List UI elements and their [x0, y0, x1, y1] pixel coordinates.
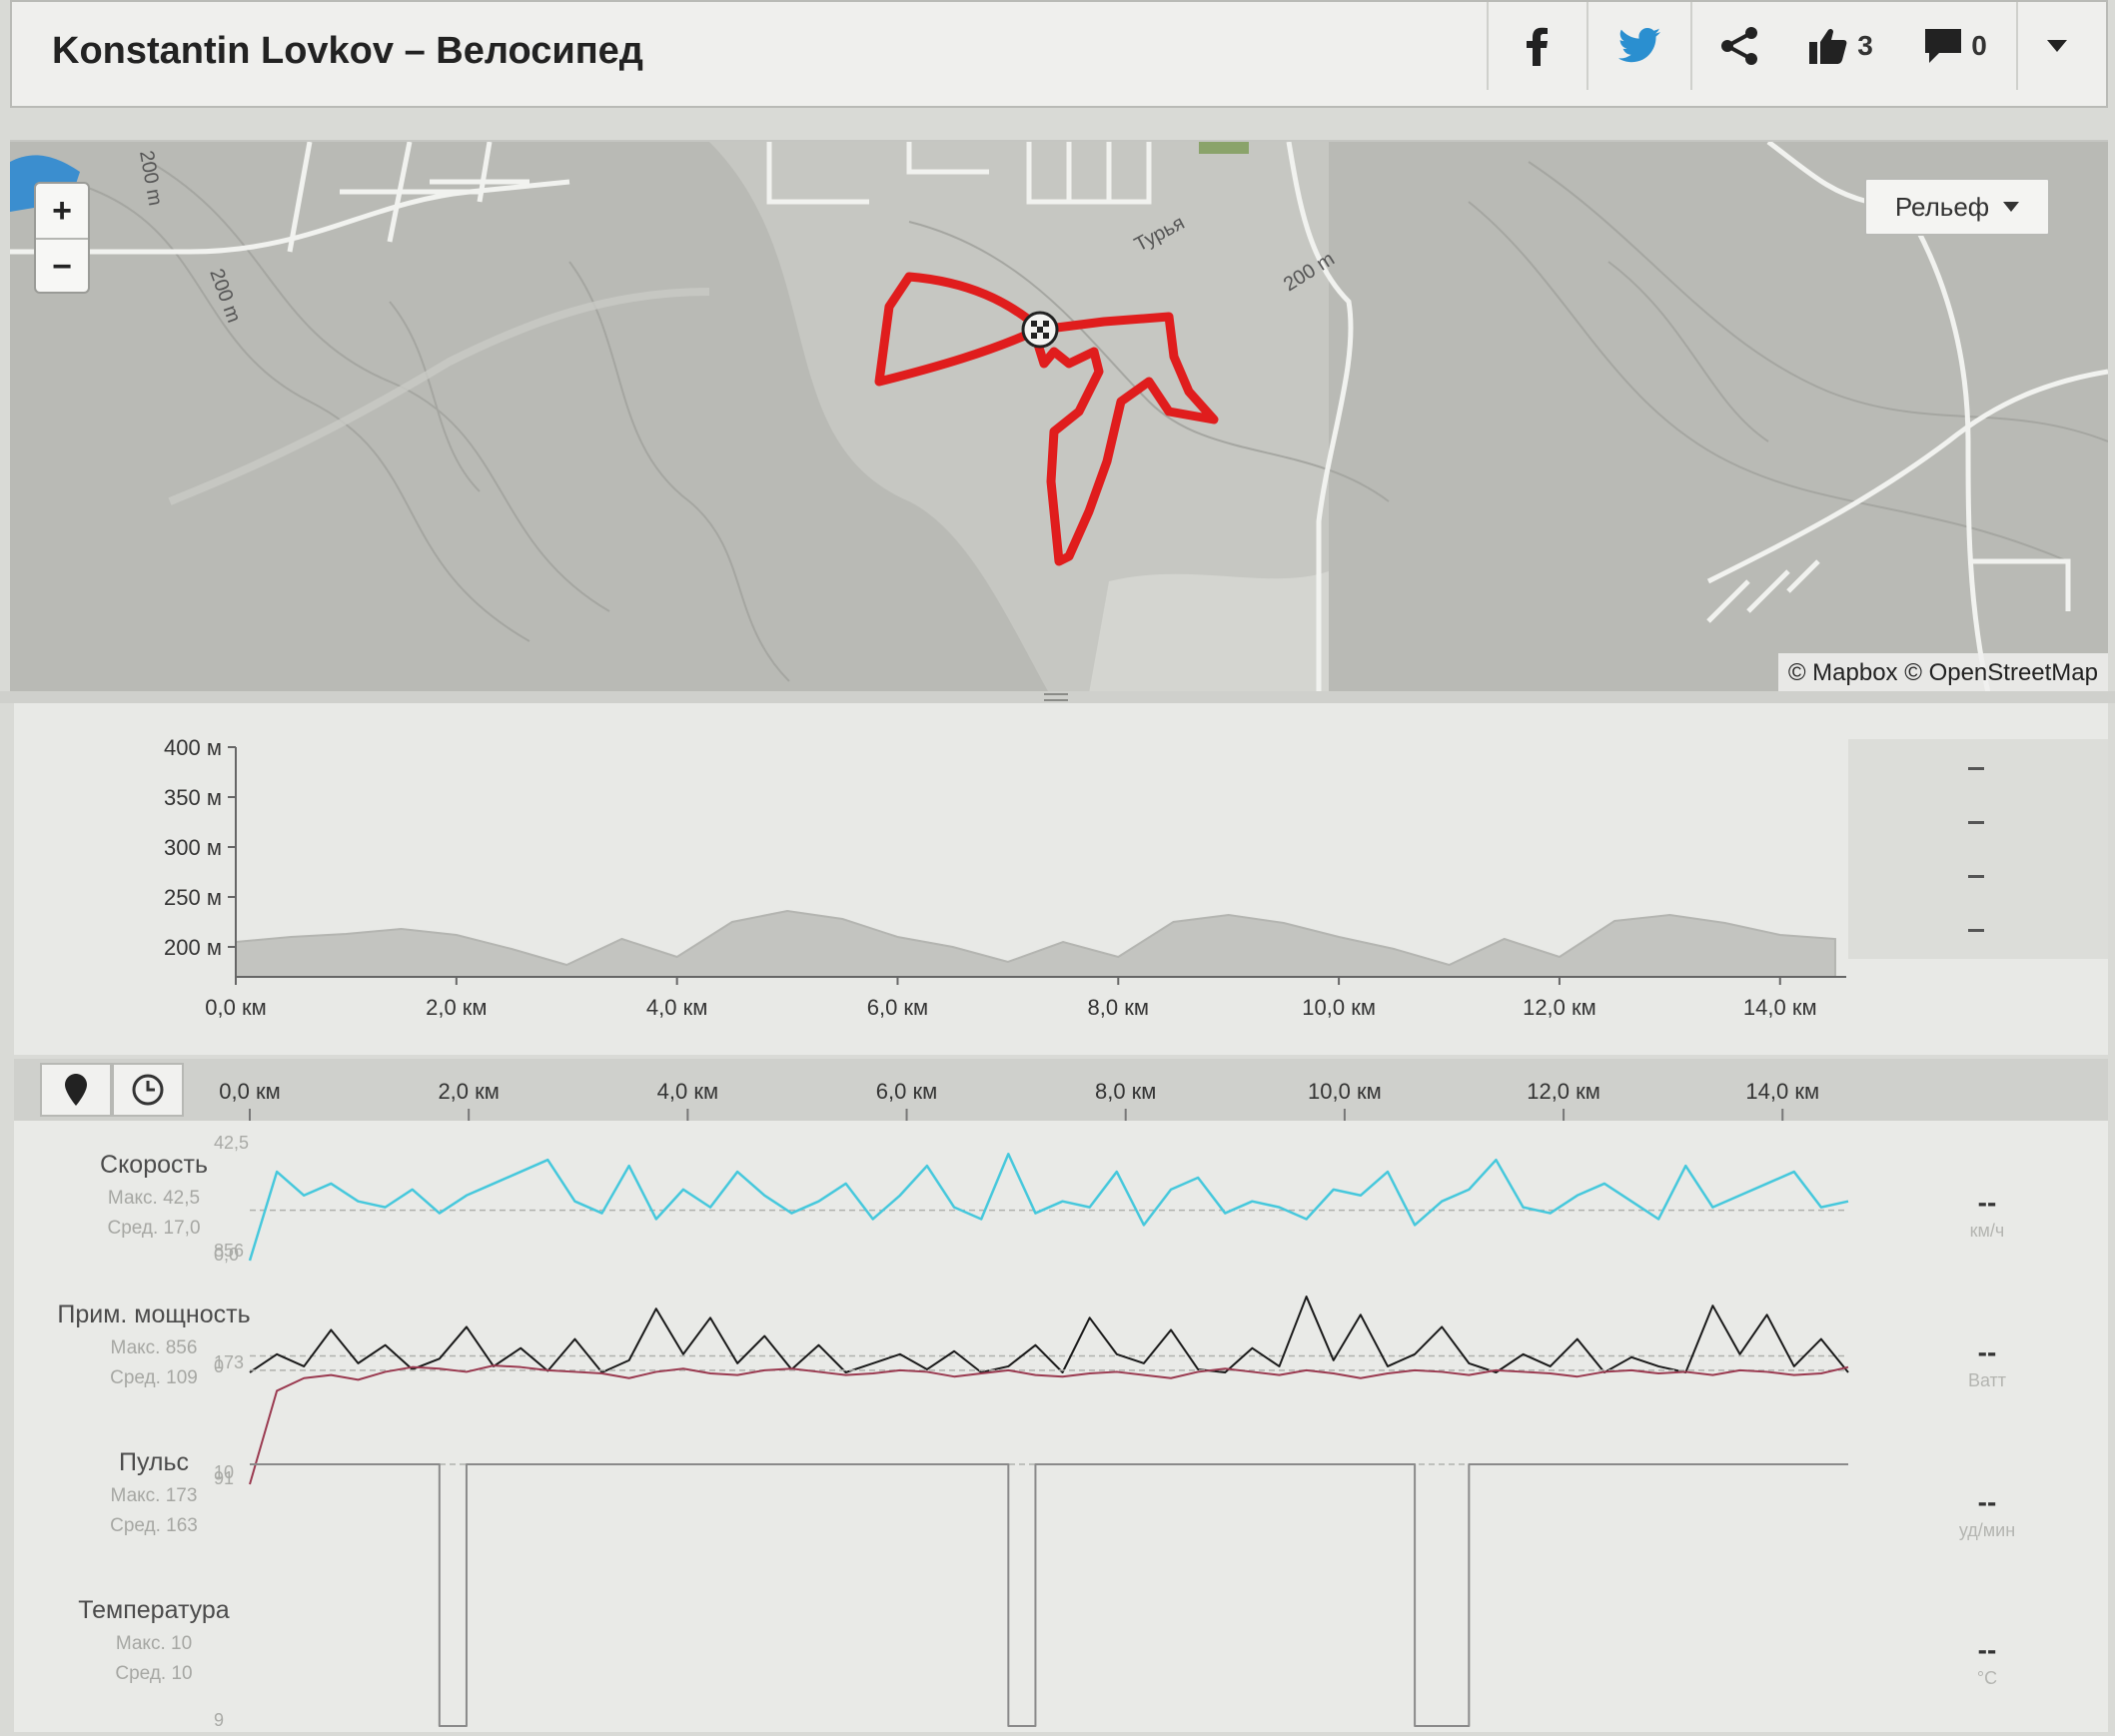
clock-icon	[132, 1074, 164, 1106]
zoom-out-button[interactable]: −	[36, 238, 88, 294]
share-button[interactable]	[1690, 2, 1786, 90]
x-tick-label: 2,0 км	[438, 1079, 499, 1104]
elevation-area	[235, 909, 1836, 978]
chevron-down-icon	[2003, 202, 2020, 212]
activity-title: Konstantin Lovkov – Велосипед	[52, 30, 643, 72]
zoom-control: + −	[34, 182, 90, 294]
x-tick-label: 6,0 км	[876, 1079, 937, 1104]
side-dash	[1968, 821, 1984, 824]
side-dash	[1968, 929, 1984, 932]
series-line-2	[249, 1296, 1849, 1373]
map-pin-icon	[65, 1074, 87, 1106]
side-dash	[1968, 875, 1984, 878]
distance-axis: 0,0 км 2,0 км 4,0 км 6,0 км 8,0 км 10,0 км 12,…	[219, 1079, 1819, 1121]
x-tick-label: 14,0 км	[1745, 1079, 1819, 1104]
zoom-in-button[interactable]: +	[36, 184, 88, 238]
map-background: Турья 200 m 200 m 200 m	[10, 142, 2108, 693]
y-min-label: 9	[214, 1710, 224, 1730]
x-tick-label: 8,0 км	[1095, 1079, 1156, 1104]
route-map[interactable]: Турья 200 m 200 m 200 m + − Рельеф © Map…	[10, 140, 2108, 693]
like-count: 3	[1857, 30, 1873, 61]
y-tick-label: 250 м	[164, 885, 222, 910]
twitter-icon	[1618, 28, 1660, 63]
facebook-icon	[1527, 27, 1548, 66]
y-max-label: 856	[214, 1241, 244, 1261]
like-button[interactable]: 3	[1786, 2, 1896, 90]
comment-icon	[1925, 29, 1962, 63]
y-tick-label: 400 м	[164, 735, 222, 760]
time-mode-button[interactable]	[112, 1063, 184, 1117]
comments-button[interactable]: 0	[1896, 2, 2016, 90]
y-max-label: 42,5	[214, 1133, 249, 1153]
y-tick-label: 200 м	[164, 935, 222, 960]
x-tick-label: 14,0 км	[1743, 995, 1817, 1020]
y-max-label: 10	[214, 1462, 234, 1482]
x-tick-label: 0,0 км	[205, 995, 266, 1020]
x-tick-label: 4,0 км	[657, 1079, 718, 1104]
x-tick-label: 2,0 км	[426, 995, 487, 1020]
elevation-side-panel	[1848, 739, 2108, 959]
chart-toolbar: 0,0 км 2,0 км 4,0 км 6,0 км 8,0 км 10,0 км 12,…	[14, 1059, 2108, 1121]
chevron-down-icon	[2047, 40, 2067, 52]
twitter-share-button[interactable]	[1586, 2, 1690, 90]
x-tick-label: 8,0 км	[1088, 995, 1149, 1020]
series-line-3	[249, 1364, 1849, 1485]
map-layer-label: Рельеф	[1894, 191, 1990, 222]
more-menu-button[interactable]	[2016, 2, 2096, 90]
grip-icon	[1044, 693, 1068, 701]
y-tick-label: 300 м	[164, 835, 222, 860]
x-tick-label: 0,0 км	[219, 1079, 280, 1104]
y-max-label: 173	[214, 1352, 244, 1372]
x-tick-label: 12,0 км	[1523, 995, 1596, 1020]
thumbs-up-icon	[1809, 28, 1847, 64]
metrics-plot: 42,50,0856017391109	[214, 1133, 1849, 1730]
map-attribution[interactable]: © Mapbox © OpenStreetMap	[1777, 653, 2108, 693]
elevation-plot: 200 м 250 м 300 м 350 м 400 м 0,0 км 2,0 км 4,0…	[164, 735, 1846, 1020]
series-line-4	[250, 1463, 1848, 1727]
x-tick-label: 6,0 км	[867, 995, 928, 1020]
x-tick-label: 12,0 км	[1527, 1079, 1600, 1104]
metrics-panel[interactable]: Скорость Макс. 42,5 Сред. 17,0 Прим. мощ…	[14, 1121, 2108, 1732]
x-tick-label: 4,0 км	[646, 995, 707, 1020]
y-tick-label: 350 м	[164, 785, 222, 810]
map-resize-handle[interactable]	[0, 691, 2115, 703]
x-tick-label: 10,0 км	[1308, 1079, 1382, 1104]
activity-header: Konstantin Lovkov – Велосипед 3 0	[10, 0, 2108, 108]
series-line-1	[248, 1153, 1849, 1262]
x-tick-label: 10,0 км	[1302, 995, 1376, 1020]
side-dash	[1968, 767, 1984, 770]
distance-mode-button[interactable]	[40, 1063, 112, 1117]
comment-count: 0	[1971, 30, 1987, 61]
map-layer-dropdown[interactable]: Рельеф	[1864, 178, 2050, 236]
elevation-chart[interactable]: 200 м 250 м 300 м 350 м 400 м 0,0 км 2,0 км 4,0…	[14, 703, 2108, 1055]
facebook-share-button[interactable]	[1487, 2, 1586, 90]
share-icon	[1721, 27, 1757, 65]
